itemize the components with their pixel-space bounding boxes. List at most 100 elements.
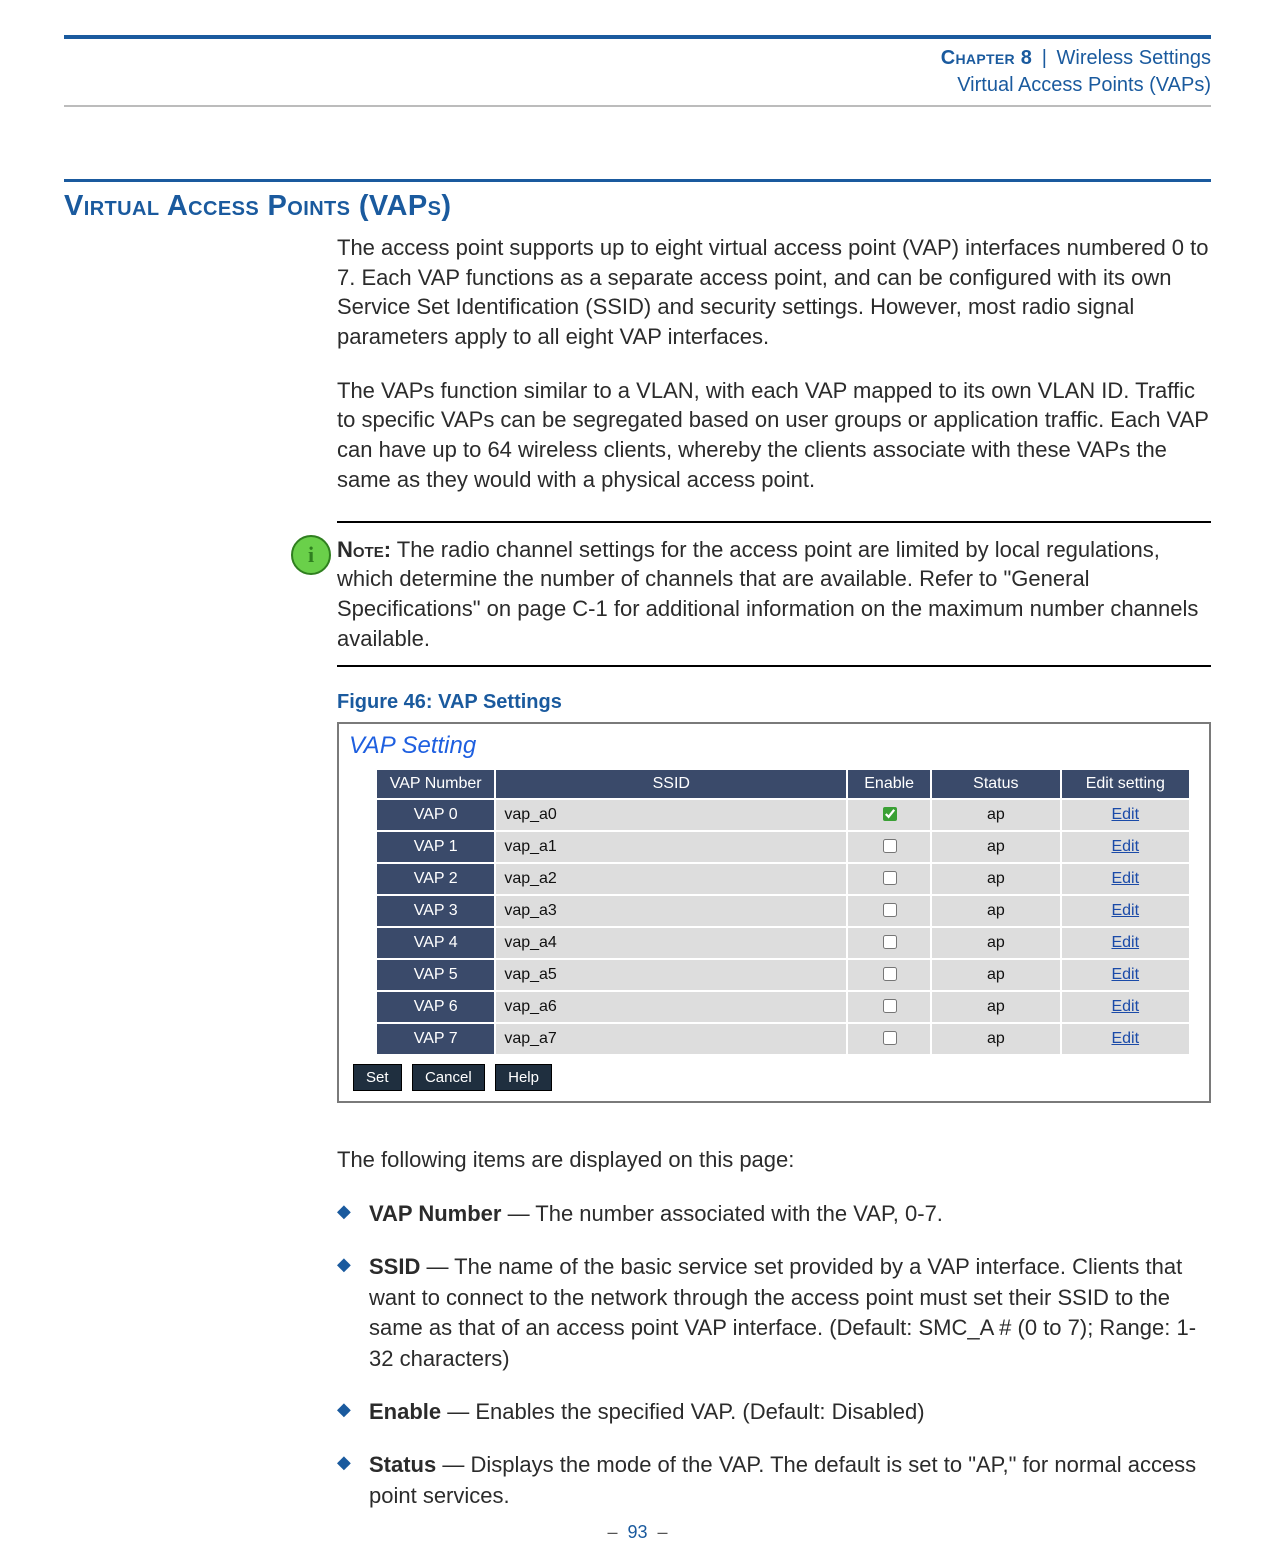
- edit-link[interactable]: Edit: [1111, 1030, 1139, 1047]
- enable-cell: [848, 992, 930, 1022]
- edit-cell: Edit: [1062, 1024, 1189, 1054]
- enable-checkbox[interactable]: [883, 1031, 897, 1045]
- table-row: VAP 6vap_a6 ap Edit: [377, 992, 1189, 1022]
- vap-table: VAP Number SSID Enable Status Edit setti…: [375, 768, 1191, 1056]
- section-title: Virtual Access Points (VAPs): [64, 190, 1211, 223]
- info-icon: i: [291, 535, 331, 575]
- vap-number-cell: VAP 3: [377, 896, 494, 926]
- enable-cell: [848, 800, 930, 830]
- enable-checkbox[interactable]: [883, 807, 897, 821]
- figure-screenshot: VAP Setting VAP Number SSID Enable Statu…: [337, 722, 1211, 1103]
- status-cell: ap: [932, 1024, 1059, 1054]
- col-edit: Edit setting: [1062, 770, 1189, 798]
- col-enable: Enable: [848, 770, 930, 798]
- edit-link[interactable]: Edit: [1111, 806, 1139, 823]
- enable-cell: [848, 928, 930, 958]
- ssid-cell: vap_a3: [496, 896, 846, 926]
- edit-link[interactable]: Edit: [1111, 998, 1139, 1015]
- page-header: Chapter 8 | Wireless Settings Virtual Ac…: [64, 45, 1211, 99]
- ssid-cell: vap_a2: [496, 864, 846, 894]
- col-vapnumber: VAP Number: [377, 770, 494, 798]
- header-bottom-rule: [64, 105, 1211, 107]
- table-row: VAP 2vap_a2 ap Edit: [377, 864, 1189, 894]
- vap-number-cell: VAP 4: [377, 928, 494, 958]
- enable-cell: [848, 896, 930, 926]
- footer-dash: –: [658, 1522, 668, 1542]
- items-intro: The following items are displayed on thi…: [337, 1145, 1211, 1175]
- items-list: VAP Number — The number associated with …: [337, 1199, 1211, 1511]
- table-row: VAP 5vap_a5 ap Edit: [377, 960, 1189, 990]
- enable-checkbox[interactable]: [883, 935, 897, 949]
- list-item: Enable — Enables the specified VAP. (Def…: [337, 1397, 1211, 1428]
- chapter-title: Wireless Settings: [1057, 47, 1212, 69]
- body-paragraph: The access point supports up to eight vi…: [337, 233, 1211, 352]
- body-paragraph: The VAPs function similar to a VLAN, wit…: [337, 376, 1211, 495]
- edit-link[interactable]: Edit: [1111, 934, 1139, 951]
- enable-checkbox[interactable]: [883, 903, 897, 917]
- status-cell: ap: [932, 960, 1059, 990]
- status-cell: ap: [932, 864, 1059, 894]
- ssid-cell: vap_a5: [496, 960, 846, 990]
- figure-caption: Figure 46: VAP Settings: [337, 691, 1211, 714]
- status-cell: ap: [932, 928, 1059, 958]
- edit-link[interactable]: Edit: [1111, 838, 1139, 855]
- item-label: VAP Number: [369, 1201, 501, 1226]
- edit-cell: Edit: [1062, 832, 1189, 862]
- ssid-cell: vap_a7: [496, 1024, 846, 1054]
- item-label: Status: [369, 1452, 436, 1477]
- status-cell: ap: [932, 800, 1059, 830]
- enable-cell: [848, 832, 930, 862]
- table-header-row: VAP Number SSID Enable Status Edit setti…: [377, 770, 1189, 798]
- edit-cell: Edit: [1062, 896, 1189, 926]
- enable-checkbox[interactable]: [883, 839, 897, 853]
- list-item: Status — Displays the mode of the VAP. T…: [337, 1450, 1211, 1512]
- item-label: SSID: [369, 1254, 420, 1279]
- help-button[interactable]: Help: [495, 1064, 552, 1091]
- header-subsection: Virtual Access Points (VAPs): [64, 72, 1211, 99]
- footer-dash: –: [607, 1522, 617, 1542]
- vap-number-cell: VAP 0: [377, 800, 494, 830]
- enable-checkbox[interactable]: [883, 871, 897, 885]
- item-text: — The name of the basic service set prov…: [369, 1254, 1196, 1371]
- cancel-button[interactable]: Cancel: [412, 1064, 485, 1091]
- status-cell: ap: [932, 992, 1059, 1022]
- vap-number-cell: VAP 1: [377, 832, 494, 862]
- vap-number-cell: VAP 6: [377, 992, 494, 1022]
- list-item: SSID — The name of the basic service set…: [337, 1252, 1211, 1375]
- ssid-cell: vap_a4: [496, 928, 846, 958]
- vap-number-cell: VAP 2: [377, 864, 494, 894]
- figure-button-bar: Set Cancel Help: [353, 1064, 1199, 1091]
- enable-cell: [848, 864, 930, 894]
- enable-cell: [848, 1024, 930, 1054]
- set-button[interactable]: Set: [353, 1064, 402, 1091]
- enable-checkbox[interactable]: [883, 999, 897, 1013]
- figure-panel-title: VAP Setting: [349, 732, 1199, 760]
- page-number: 93: [627, 1522, 647, 1542]
- status-cell: ap: [932, 896, 1059, 926]
- table-row: VAP 0vap_a0apEdit: [377, 800, 1189, 830]
- enable-checkbox[interactable]: [883, 967, 897, 981]
- col-status: Status: [932, 770, 1059, 798]
- edit-cell: Edit: [1062, 864, 1189, 894]
- vap-number-cell: VAP 7: [377, 1024, 494, 1054]
- edit-link[interactable]: Edit: [1111, 902, 1139, 919]
- note-block: i Note: The radio channel settings for t…: [337, 535, 1211, 654]
- enable-cell: [848, 960, 930, 990]
- ssid-cell: vap_a6: [496, 992, 846, 1022]
- status-cell: ap: [932, 832, 1059, 862]
- item-text: — Enables the specified VAP. (Default: D…: [441, 1399, 924, 1424]
- col-ssid: SSID: [496, 770, 846, 798]
- table-row: VAP 4vap_a4 ap Edit: [377, 928, 1189, 958]
- edit-cell: Edit: [1062, 992, 1189, 1022]
- note-label: Note:: [337, 537, 391, 562]
- item-text: — The number associated with the VAP, 0-…: [501, 1201, 942, 1226]
- edit-cell: Edit: [1062, 800, 1189, 830]
- edit-link[interactable]: Edit: [1111, 966, 1139, 983]
- list-item: VAP Number — The number associated with …: [337, 1199, 1211, 1230]
- note-bottom-rule: [337, 665, 1211, 667]
- note-body: The radio channel settings for the acces…: [337, 537, 1198, 651]
- edit-link[interactable]: Edit: [1111, 870, 1139, 887]
- vap-number-cell: VAP 5: [377, 960, 494, 990]
- edit-cell: Edit: [1062, 928, 1189, 958]
- ssid-cell: vap_a1: [496, 832, 846, 862]
